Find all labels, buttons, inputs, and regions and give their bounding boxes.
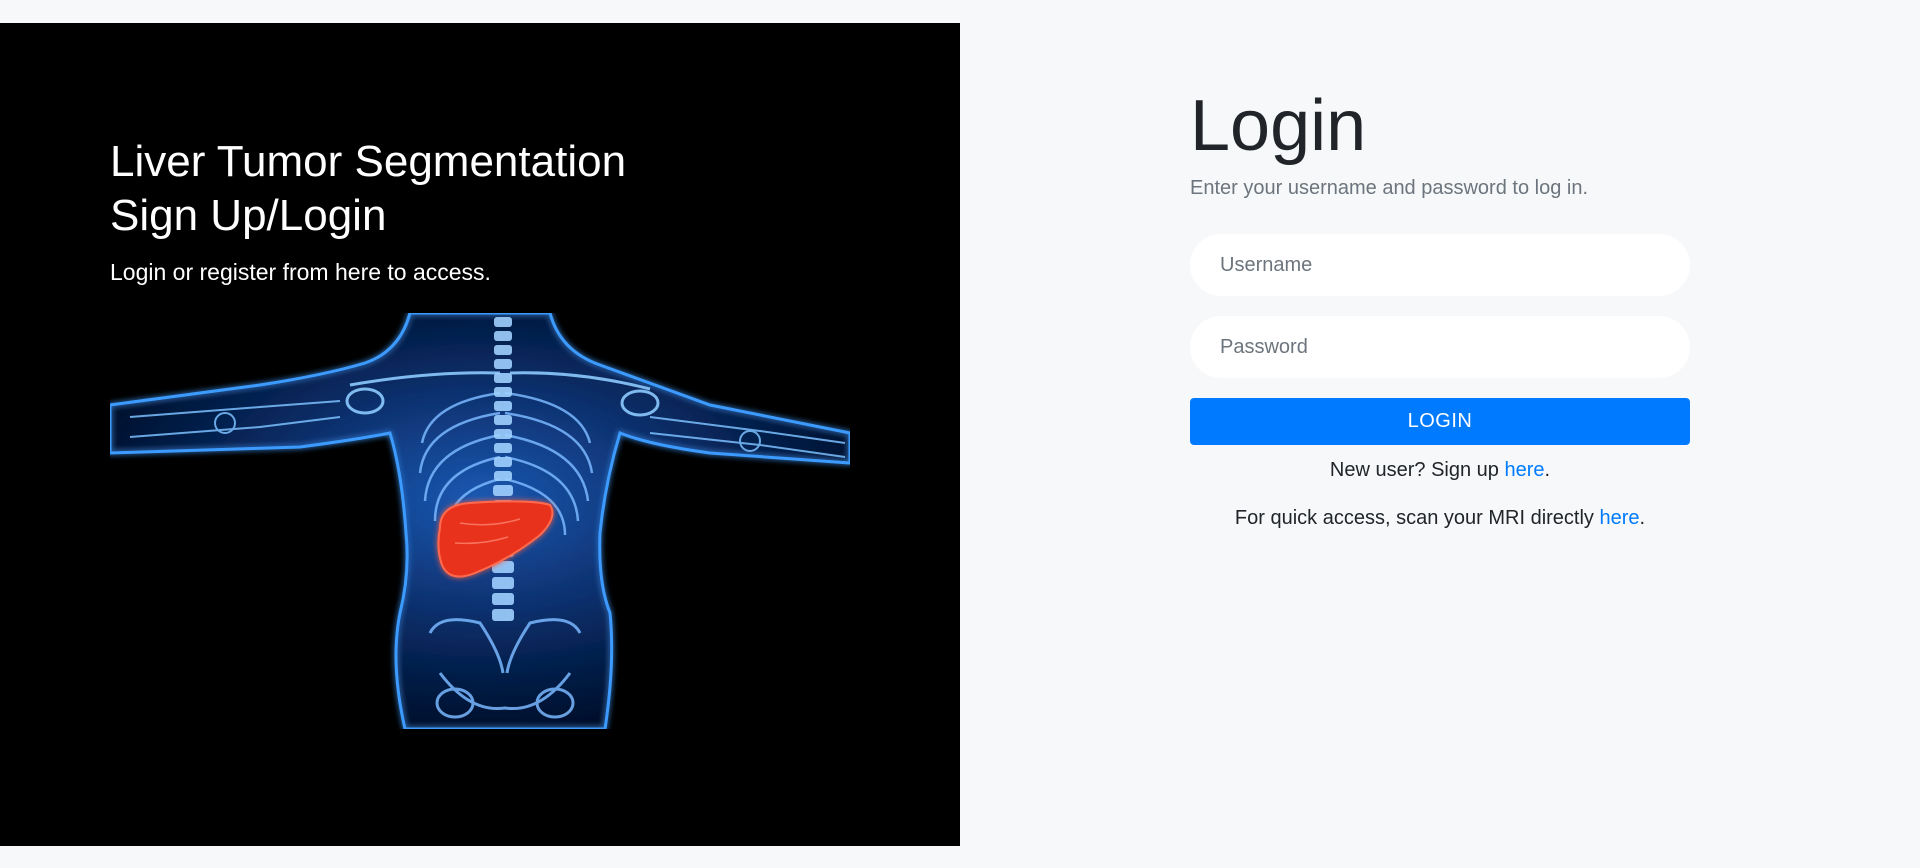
hero-title-line1: Liver Tumor Segmentation <box>110 137 627 186</box>
scan-suffix: . <box>1639 507 1646 529</box>
login-form: Login Enter your username and password t… <box>1190 85 1690 530</box>
scan-prefix: For quick access, scan your MRI directly <box>1234 507 1600 529</box>
hero-panel: Liver Tumor Segmentation Sign Up/Login L… <box>0 23 960 846</box>
hero-title: Liver Tumor Segmentation Sign Up/Login <box>110 135 870 243</box>
login-button[interactable]: LOGIN <box>1190 398 1690 445</box>
username-field[interactable] <box>1190 234 1690 296</box>
hero-title-line2: Sign Up/Login <box>110 191 387 240</box>
scan-hint: For quick access, scan your MRI directly… <box>1190 507 1690 530</box>
scan-mri-link[interactable]: here <box>1599 507 1639 529</box>
signup-hint: New user? Sign up here. <box>1190 459 1690 482</box>
signup-link[interactable]: here <box>1504 459 1544 481</box>
hero-subtitle: Login or register from here to access. <box>110 259 491 285</box>
page-title: Login <box>1190 86 1367 166</box>
hero-text: Liver Tumor Segmentation Sign Up/Login L… <box>110 135 870 287</box>
human-body-xray-liver-icon <box>110 313 850 729</box>
login-subtitle: Enter your username and password to log … <box>1190 177 1588 199</box>
signup-prefix: New user? Sign up <box>1329 459 1505 481</box>
password-field[interactable] <box>1190 316 1690 378</box>
signup-suffix: . <box>1544 459 1551 481</box>
